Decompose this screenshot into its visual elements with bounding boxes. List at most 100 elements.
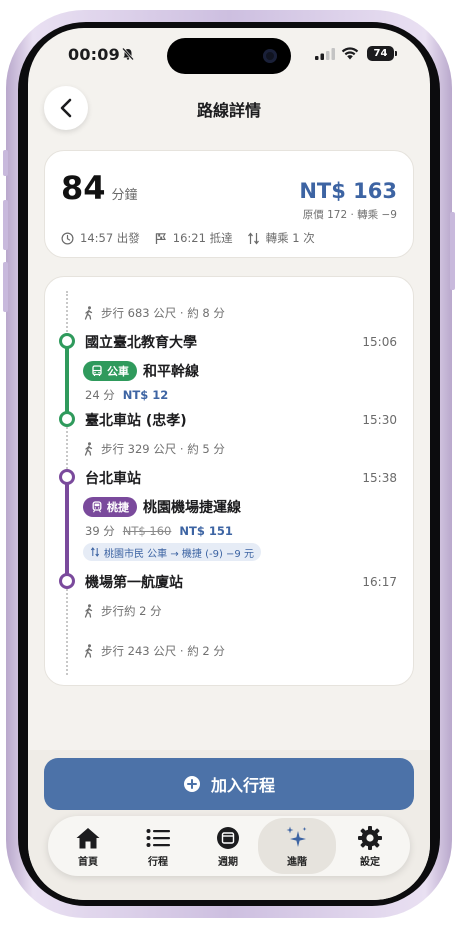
stop-row: 臺北車站 (忠孝) 15:30 — [85, 410, 397, 430]
sparkles-icon — [286, 826, 307, 847]
walk-text: 步行 243 公尺 · 約 2 分 — [101, 644, 225, 658]
transit-leg: 公車 和平幹線 — [83, 361, 199, 381]
battery-icon: 74 — [367, 46, 394, 61]
battery-nub — [395, 51, 397, 56]
page-title: 路線詳情 — [196, 101, 261, 120]
transfer-icon — [90, 547, 100, 557]
walk-icon — [84, 442, 93, 456]
stop-row: 機場第一航廈站 16:17 — [85, 572, 397, 592]
tab-advanced[interactable]: 進階 — [258, 818, 336, 874]
stop-time: 15:30 — [362, 413, 397, 427]
transfer-info: 轉乘 1 次 — [247, 230, 315, 246]
stop-time: 16:17 — [362, 575, 397, 589]
price-note: 原價 172 · 轉乘 −9 — [302, 209, 397, 221]
transfer-icon — [247, 232, 259, 244]
walk-line — [66, 589, 68, 675]
arrive-info: 16:21 抵達 — [154, 230, 233, 246]
walk-text: 步行 329 公尺 · 約 5 分 — [101, 442, 225, 456]
bus-line — [65, 339, 69, 419]
tab-itinerary[interactable]: 行程 — [122, 816, 194, 876]
walk-segment: 步行 329 公尺 · 約 5 分 — [83, 441, 225, 457]
status-bar: 00:09 74 — [28, 28, 430, 82]
fare-row: 24 分 NT$ 12 — [85, 387, 168, 403]
arrive-time: 16:21 抵達 — [172, 231, 233, 245]
mode-label: 公車 — [107, 365, 129, 378]
tab-label: 週期 — [218, 856, 238, 868]
fare-row: 39 分 NT$ 160 NT$ 151 — [85, 523, 233, 539]
duration-unit: 分鐘 — [111, 188, 138, 203]
tab-bar: 首頁 行程 週期 進階 設定 — [48, 816, 410, 876]
stop-time: 15:38 — [362, 471, 397, 485]
trip-meta: 14:57 出發 16:21 抵達 轉乘 1 次 — [61, 230, 329, 246]
walk-icon — [84, 306, 93, 320]
walk-segment: 步行 683 公尺 · 約 8 分 — [83, 305, 225, 321]
camera-icon — [263, 49, 277, 63]
walk-text: 步行約 2 分 — [101, 604, 162, 618]
line-name: 和平幹線 — [143, 364, 199, 380]
stop-name: 機場第一航廈站 — [85, 575, 183, 591]
duration-value: 84 — [61, 169, 106, 207]
walk-segment: 步行約 2 分 — [83, 603, 162, 619]
train-icon — [92, 501, 102, 513]
power-button — [450, 212, 455, 290]
line-name: 桃園機場捷運線 — [143, 500, 241, 516]
clock-icon — [61, 231, 74, 245]
stop-node — [59, 411, 75, 427]
volume-up-button — [3, 200, 8, 250]
ride-minutes: 24 分 — [85, 388, 115, 402]
dynamic-island — [167, 38, 291, 74]
calendar-icon — [217, 826, 239, 849]
stop-name: 國立臺北教育大學 — [85, 335, 197, 351]
summary-card: 84 分鐘 NT$ 163 原價 172 · 轉乘 −9 14:57 出發 16:… — [44, 150, 414, 258]
screen: 00:09 74 路線詳情 84 分鐘 NT$ 163 原價 172 · 轉乘 … — [28, 28, 430, 900]
duration: 84 分鐘 — [61, 169, 138, 207]
add-button-label: 加入行程 — [210, 776, 275, 795]
tab-home[interactable]: 首頁 — [52, 816, 124, 876]
status-time: 00:09 — [68, 45, 120, 64]
discount-text: 桃園市民 公車 → 機捷 (-9) −9 元 — [104, 548, 254, 560]
walk-text: 步行 683 公尺 · 約 8 分 — [101, 306, 225, 320]
route-card: 步行 683 公尺 · 約 8 分 國立臺北教育大學 15:06 公車 和平幹線… — [44, 276, 414, 686]
ride-minutes: 39 分 — [85, 524, 115, 538]
stop-node — [59, 333, 75, 349]
bell-muted-icon — [122, 47, 134, 61]
stop-name: 台北車站 — [85, 471, 141, 487]
list-icon — [146, 828, 170, 847]
action-button — [3, 150, 8, 176]
depart-time: 14:57 出發 — [80, 231, 140, 245]
flag-icon — [155, 232, 166, 244]
fare: NT$ 12 — [122, 388, 169, 402]
tab-cycle[interactable]: 週期 — [192, 816, 264, 876]
stop-node — [59, 573, 75, 589]
mode-badge-metro: 桃捷 — [83, 497, 137, 517]
volume-down-button — [3, 262, 8, 312]
walk-icon — [84, 604, 93, 618]
add-to-itinerary-button[interactable]: 加入行程 — [44, 758, 414, 810]
walk-line — [66, 291, 68, 335]
wifi-icon — [341, 47, 359, 60]
home-icon — [76, 827, 100, 848]
plus-circle-icon — [183, 776, 200, 792]
tab-label: 設定 — [360, 856, 380, 868]
transit-leg: 桃捷 桃園機場捷運線 — [83, 497, 241, 517]
tab-label: 行程 — [148, 856, 168, 868]
gear-icon — [358, 825, 382, 850]
transfer-count: 轉乘 1 次 — [265, 231, 315, 245]
stop-row: 台北車站 15:38 — [85, 468, 397, 488]
tab-label: 首頁 — [78, 856, 98, 868]
walk-line — [66, 427, 68, 473]
walk-icon — [84, 644, 93, 658]
fare: NT$ 151 — [179, 524, 233, 538]
stop-time: 15:06 — [362, 335, 397, 349]
fare-original: NT$ 160 — [122, 524, 172, 538]
mode-label: 桃捷 — [107, 501, 129, 514]
tab-label: 進階 — [287, 856, 307, 868]
stop-node — [59, 469, 75, 485]
bus-icon — [92, 365, 102, 376]
metro-line — [65, 477, 69, 581]
mode-badge-bus: 公車 — [83, 361, 137, 381]
tab-settings[interactable]: 設定 — [334, 816, 406, 876]
walk-segment: 步行 243 公尺 · 約 2 分 — [83, 643, 225, 659]
nav-bar: 路線詳情 — [28, 84, 430, 132]
total-price: NT$ 163 — [299, 179, 397, 203]
